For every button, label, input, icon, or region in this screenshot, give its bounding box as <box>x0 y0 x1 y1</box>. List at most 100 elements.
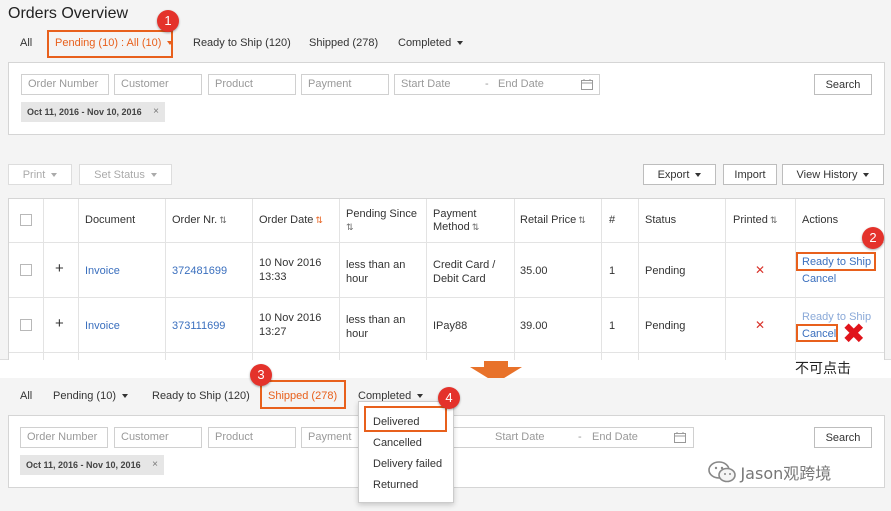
not-printed-icon: ✕ <box>755 263 766 277</box>
watermark: Jason观跨境 <box>708 460 831 484</box>
payment-method: Credit Card / Debit Card <box>433 258 495 286</box>
order-date-time: 13:27 <box>259 326 287 338</box>
set-status-button: Set Status <box>79 164 172 185</box>
watermark-text: Jason观跨境 <box>740 464 832 483</box>
header-order-nr-label: Order Nr. <box>172 214 218 226</box>
sort-icon: ⇅ <box>346 222 354 232</box>
quantity: 1 <box>609 320 616 332</box>
calendar-icon <box>674 432 686 443</box>
tab-ready-to-ship[interactable]: Ready to Ship (120) <box>152 390 250 402</box>
view-history-button[interactable]: View History <box>782 164 884 185</box>
export-button[interactable]: Export <box>643 164 716 185</box>
pending-since-line1: less than an <box>346 314 406 326</box>
chevron-down-icon <box>417 394 424 399</box>
payment-method-line1: Credit Card / <box>433 259 496 271</box>
header-pending-since[interactable]: Pending Since ⇅ <box>346 208 422 234</box>
row-checkbox[interactable] <box>20 264 32 276</box>
expand-icon[interactable]: + <box>55 316 64 331</box>
tab-completed[interactable]: Completed <box>398 37 464 49</box>
col-divider <box>43 199 44 360</box>
step-badge-3: 3 <box>250 364 272 386</box>
tab-ready-to-ship[interactable]: Ready to Ship (120) <box>193 37 291 49</box>
order-number-input[interactable]: Order Number <box>21 74 109 95</box>
header-quantity: # <box>609 214 616 226</box>
header-status: Status <box>645 214 677 226</box>
tab-pending[interactable]: Pending (10) <box>53 390 128 402</box>
menu-item-returned[interactable]: Returned <box>373 479 418 491</box>
close-icon[interactable]: × <box>153 106 159 117</box>
chevron-down-icon <box>695 173 702 178</box>
search-button[interactable]: Search <box>814 74 872 95</box>
export-label: Export <box>657 169 690 181</box>
header-document: Document <box>85 214 136 226</box>
search-button[interactable]: Search <box>814 427 872 448</box>
invoice-link[interactable]: Invoice <box>85 319 120 333</box>
chevron-down-icon <box>150 173 157 178</box>
date-filter-chip: Oct 11, 2016 - Nov 10, 2016 × <box>20 455 164 475</box>
close-icon[interactable]: × <box>152 459 158 470</box>
chevron-down-icon <box>122 394 128 399</box>
order-number-input[interactable]: Order Number <box>20 427 108 448</box>
menu-item-delivery-failed[interactable]: Delivery failed <box>373 458 442 470</box>
order-date: 10 Nov 2016 13:27 <box>259 311 321 339</box>
sort-icon: ⇅ <box>769 215 778 225</box>
payment-method: IPay88 <box>433 320 468 332</box>
col-divider <box>514 199 515 360</box>
header-pending-since-label: Pending Since <box>346 208 417 220</box>
tab-completed-label: Completed <box>398 37 452 49</box>
sort-icon: ⇅ <box>578 215 586 225</box>
orders-screen-top: Orders Overview All Pending (10) : All (… <box>0 0 891 360</box>
status-text: Pending <box>645 320 686 332</box>
select-all-checkbox[interactable] <box>20 214 32 226</box>
start-date-placeholder: Start Date <box>495 431 545 443</box>
header-printed[interactable]: Printed ⇅ <box>733 214 777 227</box>
step-badge-1: 1 <box>157 10 179 32</box>
expand-icon[interactable]: + <box>55 261 64 276</box>
header-actions: Actions <box>802 214 839 226</box>
header-order-date[interactable]: Order Date ⇅ <box>259 214 323 227</box>
tab-pending-label: Pending (10) <box>53 390 116 402</box>
col-divider <box>339 199 340 360</box>
date-range-input[interactable]: Start Date - End Date <box>394 74 600 95</box>
tab-shipped[interactable]: Shipped (278) <box>309 37 378 49</box>
header-payment-method[interactable]: Payment Method ⇅ <box>433 208 491 234</box>
payment-method-line2: Debit Card <box>433 273 486 285</box>
tab-all[interactable]: All <box>20 37 32 49</box>
header-order-nr[interactable]: Order Nr. ⇅ <box>172 214 227 227</box>
highlight-cancel <box>796 324 838 342</box>
header-retail-price[interactable]: Retail Price ⇅ <box>520 214 586 227</box>
customer-input[interactable]: Customer <box>114 427 202 448</box>
menu-item-cancelled[interactable]: Cancelled <box>373 437 422 449</box>
import-button[interactable]: Import <box>723 164 777 185</box>
chevron-down-icon <box>863 173 870 178</box>
wechat-icon <box>708 461 736 483</box>
col-divider <box>601 199 602 360</box>
order-number-link[interactable]: 372481699 <box>172 264 227 278</box>
product-input[interactable]: Product <box>208 427 296 448</box>
row-checkbox[interactable] <box>20 319 32 331</box>
customer-input[interactable]: Customer <box>114 74 202 95</box>
end-date-placeholder: End Date <box>592 431 638 443</box>
step-badge-4: 4 <box>438 387 460 409</box>
highlight-ready-to-ship <box>796 252 876 271</box>
date-separator: - <box>485 78 489 90</box>
pending-since-line2: hour <box>346 273 369 285</box>
sort-icon: ⇅ <box>471 222 480 232</box>
cancel-link[interactable]: Cancel <box>802 272 836 286</box>
highlight-delivered <box>364 406 447 432</box>
invoice-link[interactable]: Invoice <box>85 264 120 278</box>
retail-price: 39.00 <box>520 320 548 332</box>
start-date-placeholder: Start Date <box>401 78 451 90</box>
order-date-day: 10 Nov 2016 <box>259 257 322 269</box>
order-number-link[interactable]: 373111699 <box>172 319 225 333</box>
sort-icon: ⇅ <box>219 215 227 225</box>
date-filter-chip-label: Oct 11, 2016 - Nov 10, 2016 <box>27 107 142 117</box>
col-divider <box>638 199 639 360</box>
filter-panel <box>8 62 885 135</box>
tab-all[interactable]: All <box>20 390 32 402</box>
table-row-divider <box>9 352 884 353</box>
product-input[interactable]: Product <box>208 74 296 95</box>
page-title: Orders Overview <box>8 5 129 22</box>
payment-input[interactable]: Payment <box>301 74 389 95</box>
pending-since-line1: less than an <box>346 259 406 271</box>
